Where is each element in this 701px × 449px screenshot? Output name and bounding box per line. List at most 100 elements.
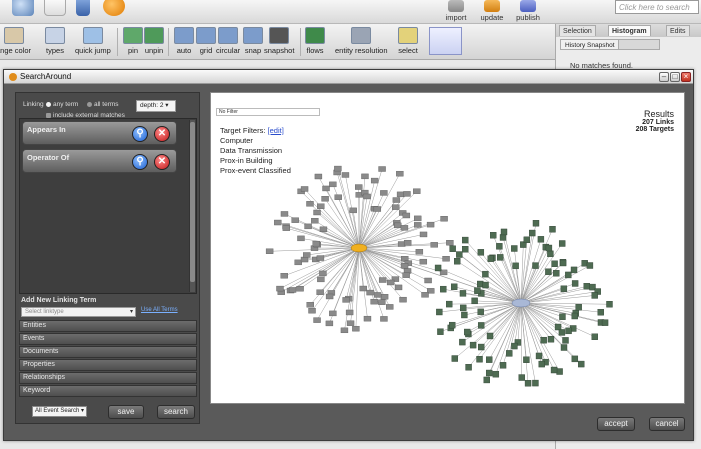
graph-node-document[interactable]: [414, 215, 422, 222]
magnify-icon[interactable]: ⚲: [132, 126, 148, 142]
graph-node-entity[interactable]: [591, 292, 598, 299]
tool-circular[interactable]: circular: [216, 27, 240, 55]
graph-node-document[interactable]: [313, 317, 321, 323]
graph-node-document[interactable]: [378, 277, 387, 283]
graph-node-entity[interactable]: [540, 336, 547, 344]
graph-link[interactable]: [520, 244, 524, 304]
graph-node-entity[interactable]: [456, 251, 463, 258]
graph-node-document[interactable]: [394, 284, 403, 291]
delete-icon[interactable]: ✕: [154, 126, 170, 142]
graph-node-document[interactable]: [419, 258, 428, 265]
graph-node-document[interactable]: [378, 299, 386, 305]
graph-node-entity[interactable]: [559, 259, 567, 267]
depth-select[interactable]: depth: 2 ▾: [136, 100, 176, 112]
graph-node-document[interactable]: [370, 298, 378, 305]
graph-node-entity[interactable]: [601, 319, 609, 326]
save-button[interactable]: save: [108, 405, 144, 419]
graph-node-document[interactable]: [392, 204, 400, 210]
graph-canvas[interactable]: No Filter Target Filters: [edit] Compute…: [210, 92, 685, 404]
graph-node-entity[interactable]: [562, 337, 569, 344]
filter-input[interactable]: No Filter: [216, 108, 320, 116]
graph-node-document[interactable]: [308, 307, 316, 314]
graph-node-entity[interactable]: [440, 285, 447, 293]
graph-node-entity[interactable]: [538, 360, 545, 368]
import-button[interactable]: import: [439, 0, 473, 22]
graph-node-entity[interactable]: [558, 240, 566, 247]
graph-node-document[interactable]: [319, 226, 328, 233]
graph-node-entity[interactable]: [551, 260, 558, 267]
graph-node-entity[interactable]: [487, 255, 494, 262]
graph-node-document[interactable]: [440, 216, 448, 222]
graph-link[interactable]: [358, 244, 435, 249]
graph-node-document[interactable]: [402, 272, 410, 278]
graph-node-document[interactable]: [380, 190, 388, 196]
edit-filters-link[interactable]: [edit]: [268, 126, 284, 135]
graph-node-document[interactable]: [319, 270, 327, 277]
graph-node-document[interactable]: [349, 207, 357, 214]
graph-node-document[interactable]: [419, 231, 428, 238]
graph-node-entity[interactable]: [571, 312, 578, 320]
graph-node-document[interactable]: [311, 217, 319, 224]
graph-node-document[interactable]: [296, 285, 304, 292]
graph-node-entity[interactable]: [556, 368, 563, 375]
graph-node-entity[interactable]: [462, 246, 469, 253]
graph-node-document[interactable]: [373, 206, 382, 212]
scrollbar-thumb[interactable]: [190, 122, 195, 282]
graph-hub-node[interactable]: [511, 298, 531, 308]
graph-node-entity[interactable]: [499, 362, 507, 369]
graph-node-document[interactable]: [403, 239, 412, 246]
graph-node-entity[interactable]: [523, 356, 530, 363]
graph-node-document[interactable]: [403, 191, 411, 197]
graph-node-document[interactable]: [400, 225, 409, 231]
search-type-select[interactable]: All Event Search ▾: [32, 406, 87, 417]
graph-node-entity[interactable]: [512, 262, 519, 270]
tool-entity-resolution[interactable]: entity resolution: [335, 27, 388, 55]
graph-node-document[interactable]: [366, 289, 374, 296]
graph-node-entity[interactable]: [437, 328, 444, 335]
tab-selection[interactable]: Selection: [559, 25, 596, 36]
tab-histogram[interactable]: Histogram: [608, 25, 651, 36]
graph-node-document[interactable]: [340, 327, 349, 334]
graph-node-document[interactable]: [325, 320, 334, 327]
graph-node-entity[interactable]: [474, 287, 481, 294]
graph-node-entity[interactable]: [460, 304, 467, 312]
graph-node-document[interactable]: [334, 165, 342, 172]
graph-node-document[interactable]: [306, 201, 314, 207]
graph-node-entity[interactable]: [485, 369, 493, 377]
graph-node-entity[interactable]: [486, 356, 493, 363]
graph-node-document[interactable]: [346, 320, 355, 326]
graph-node-entity[interactable]: [575, 304, 582, 311]
graph-node-document[interactable]: [291, 217, 299, 223]
graph-node-entity[interactable]: [547, 250, 554, 258]
tab-edits[interactable]: Edits: [666, 25, 690, 36]
graph-node-document[interactable]: [325, 293, 334, 300]
graph-node-document[interactable]: [392, 197, 401, 203]
phone-icon[interactable]: [76, 0, 90, 16]
graph-node-entity[interactable]: [465, 364, 472, 371]
linktype-select[interactable]: Select linktype ▾: [21, 307, 136, 317]
tool-quick-jump[interactable]: quick jump: [75, 27, 111, 55]
graph-node-entity[interactable]: [560, 285, 568, 292]
graph-node-document[interactable]: [414, 222, 422, 228]
graph-node-document[interactable]: [355, 184, 363, 190]
graph-node-entity[interactable]: [550, 366, 558, 374]
graph-node-document[interactable]: [342, 297, 350, 303]
any-term-radio[interactable]: any term: [46, 101, 78, 108]
graph-node-entity[interactable]: [436, 308, 443, 316]
graph-node-entity[interactable]: [482, 281, 489, 289]
tool-snap[interactable]: snap: [243, 27, 263, 55]
graph-node-document[interactable]: [378, 166, 386, 172]
graph-node-entity[interactable]: [565, 271, 572, 279]
graph-node-entity[interactable]: [497, 254, 504, 261]
delete-icon[interactable]: ✕: [154, 154, 170, 170]
tool-change-color[interactable]: ange color: [0, 27, 31, 55]
graph-node-document[interactable]: [282, 225, 291, 231]
graph-node-entity[interactable]: [476, 355, 483, 363]
graph-node-document[interactable]: [316, 289, 324, 295]
graph-node-entity[interactable]: [553, 270, 560, 277]
globe-icon[interactable]: [12, 0, 34, 16]
graph-node-entity[interactable]: [471, 297, 478, 305]
tool-auto[interactable]: auto: [174, 27, 194, 55]
graph-node-entity[interactable]: [446, 300, 453, 308]
close-button[interactable]: ×: [681, 72, 691, 82]
